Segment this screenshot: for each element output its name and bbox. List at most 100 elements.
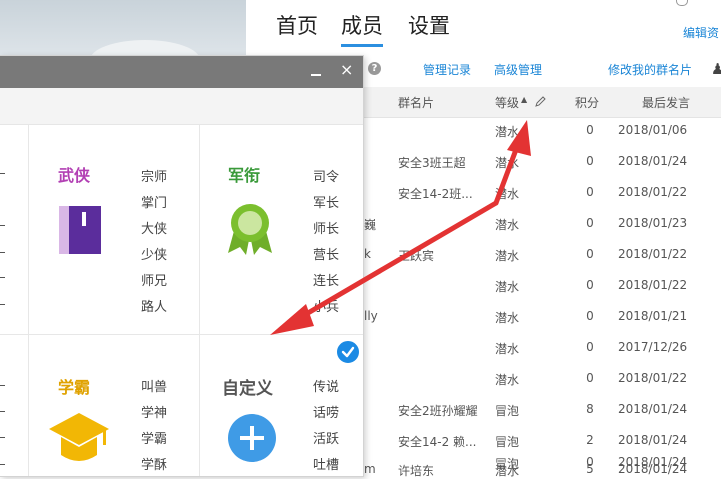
card-title: 武侠	[58, 166, 91, 185]
member-last-post: 2018/01/23	[618, 216, 688, 230]
member-last-post: 2018/01/24	[618, 462, 688, 476]
add-icon[interactable]	[228, 414, 276, 462]
member-level: 冒泡	[495, 435, 520, 449]
minimize-button[interactable]	[311, 64, 323, 78]
level-item: 路人	[141, 300, 168, 315]
help-icon[interactable]: ?	[368, 62, 381, 75]
level-item: 吐槽	[313, 458, 340, 473]
level-style-dialog: × 武侠 宗师 掌门 大侠 少侠 师兄 路人 军衔 司令 军长 师长 营长 连长…	[0, 55, 364, 477]
member-card: 王跃宾	[398, 249, 435, 263]
header-level[interactable]: 等级	[495, 94, 519, 111]
member-level: 潜水	[495, 280, 520, 294]
member-name: 巍	[364, 218, 377, 232]
member-level: 潜水	[495, 311, 520, 325]
member-last-post: 2018/01/22	[618, 247, 688, 261]
level-item: 话唠	[313, 406, 340, 421]
background-photo	[0, 0, 246, 80]
member-points: 0	[586, 371, 594, 385]
person-icon[interactable]: ♟	[711, 60, 721, 78]
selected-check-icon	[336, 340, 360, 364]
header-points[interactable]: 积分	[575, 94, 599, 111]
graduation-cap-icon	[49, 413, 109, 461]
header-card[interactable]: 群名片	[398, 94, 434, 111]
card-title: 学霸	[58, 378, 91, 397]
level-item: 传说	[313, 380, 340, 395]
level-item: 掌门	[141, 196, 168, 211]
member-last-post: 2018/01/22	[618, 185, 688, 199]
edit-info-link[interactable]: 编辑资	[683, 24, 719, 41]
member-last-post: 2018/01/21	[618, 309, 688, 323]
dialog-tabbar	[0, 88, 363, 125]
member-points: 0	[586, 278, 594, 292]
member-points: 8	[586, 402, 594, 416]
member-level: 潜水	[495, 156, 520, 170]
level-item: 少侠	[141, 248, 168, 263]
member-level: 潜水	[495, 125, 520, 139]
nav-members[interactable]: 成员	[341, 10, 383, 47]
pencil-icon[interactable]	[534, 95, 547, 108]
member-card: 许培东	[398, 464, 435, 478]
level-item: 小兵	[313, 300, 340, 315]
nav-settings[interactable]: 设置	[408, 10, 450, 40]
grid-divider	[28, 125, 29, 476]
member-last-post: 2017/12/26	[618, 340, 688, 354]
member-points: 0	[586, 216, 594, 230]
member-points: 0	[586, 123, 594, 137]
member-last-post: 2018/01/24	[618, 433, 688, 447]
member-name: k	[364, 247, 371, 261]
medal-icon	[228, 204, 272, 255]
member-level: 潜水	[495, 342, 520, 356]
close-button[interactable]: ×	[340, 60, 353, 79]
member-card: 安全2班孙耀耀	[398, 404, 478, 418]
member-points: 5	[586, 462, 594, 476]
level-item: 军长	[313, 196, 340, 211]
member-last-post: 2018/01/22	[618, 278, 688, 292]
level-item: 学霸	[141, 432, 168, 447]
card-title: 自定义	[222, 379, 273, 399]
member-card: 安全3班王超	[398, 156, 466, 170]
level-item: 大侠	[141, 222, 168, 237]
member-last-post: 2018/01/24	[618, 402, 688, 416]
member-points: 0	[586, 185, 594, 199]
sort-up-icon[interactable]: ▲	[521, 95, 527, 104]
level-item: 连长	[313, 274, 340, 289]
level-item: 活跃	[313, 432, 340, 447]
member-last-post: 2018/01/06	[618, 123, 688, 137]
member-name: lly	[364, 309, 378, 323]
level-item: 学神	[141, 406, 168, 421]
level-item: 师长	[313, 222, 340, 237]
level-item: 司令	[313, 170, 340, 185]
member-last-post: 2018/01/22	[618, 371, 688, 385]
member-card: 安全14-2 赖...	[398, 435, 477, 449]
nav-home[interactable]: 首页	[276, 10, 318, 40]
member-card: 安全14-2班...	[398, 187, 473, 201]
level-item: 师兄	[141, 274, 168, 289]
member-level: 潜水	[495, 249, 520, 263]
card-title: 军衔	[228, 166, 261, 185]
level-item: 学酥	[141, 458, 168, 473]
member-points: 0	[586, 247, 594, 261]
member-points: 0	[586, 309, 594, 323]
edit-group-card-link[interactable]: 修改我的群名片	[608, 61, 692, 78]
level-item: 营长	[313, 248, 340, 263]
advanced-manage-link[interactable]: 高级管理	[494, 61, 542, 78]
level-item: 叫兽	[141, 380, 168, 395]
member-level: 潜水	[495, 464, 520, 478]
header-last-post[interactable]: 最后发言	[642, 94, 690, 111]
member-points: 2	[586, 433, 594, 447]
member-level: 潜水	[495, 373, 520, 387]
member-level: 冒泡	[495, 404, 520, 418]
member-name: m	[364, 462, 376, 476]
dialog-titlebar[interactable]: ×	[0, 56, 363, 88]
member-last-post: 2018/01/24	[618, 154, 688, 168]
member-level: 潜水	[495, 218, 520, 232]
member-points: 0	[586, 154, 594, 168]
grid-divider	[0, 334, 363, 335]
member-points: 0	[586, 340, 594, 354]
book-icon	[59, 206, 101, 254]
manage-log-link[interactable]: 管理记录	[423, 61, 471, 78]
grid-divider	[199, 125, 200, 476]
level-item: 宗师	[141, 170, 168, 185]
dropdown-icon[interactable]	[676, 0, 688, 6]
member-level: 潜水	[495, 187, 520, 201]
